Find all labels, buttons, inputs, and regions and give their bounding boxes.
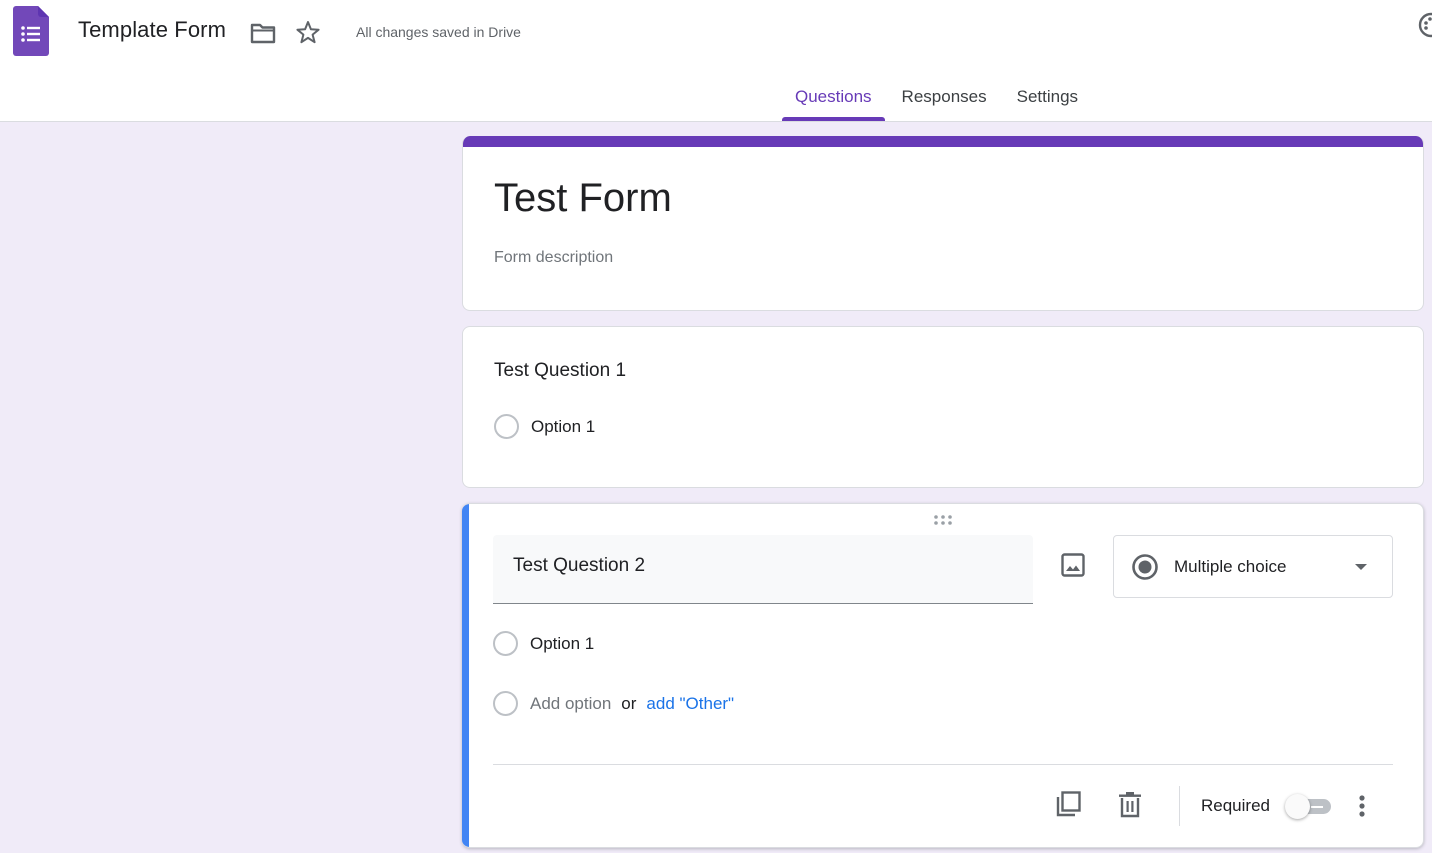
- theme-color-bar: [463, 136, 1423, 147]
- more-vert-icon[interactable]: [1350, 792, 1374, 820]
- form-description-field[interactable]: Form description: [494, 249, 613, 267]
- document-title[interactable]: Template Form: [78, 17, 226, 43]
- option-item: Option 1: [494, 414, 595, 439]
- folder-icon[interactable]: [249, 20, 277, 46]
- radio-button: [493, 631, 518, 656]
- option-label: Option 1: [531, 416, 596, 436]
- option-item: Option 1: [493, 631, 594, 656]
- add-image-icon[interactable]: [1059, 551, 1087, 579]
- add-other-link[interactable]: add "Other": [646, 694, 734, 714]
- footer-vertical-divider: [1179, 786, 1180, 826]
- form-header-card[interactable]: Test Form Form description: [462, 136, 1424, 311]
- question-type-dropdown[interactable]: Multiple choice: [1113, 535, 1393, 598]
- drag-handle-icon[interactable]: [932, 514, 954, 526]
- question-card[interactable]: Test Question 1 Option 1: [462, 326, 1424, 488]
- radio-button[interactable]: [494, 414, 519, 439]
- tab-responses[interactable]: Responses: [889, 78, 1000, 121]
- delete-icon[interactable]: [1116, 790, 1144, 820]
- chevron-down-icon: [1355, 563, 1367, 570]
- question-type-label: Multiple choice: [1174, 556, 1287, 576]
- required-label: Required: [1201, 796, 1270, 815]
- radio-button-checked-icon: [1132, 553, 1158, 580]
- save-status: All changes saved in Drive: [356, 24, 521, 40]
- required-toggle[interactable]: [1285, 793, 1335, 819]
- tab-settings[interactable]: Settings: [1004, 78, 1091, 121]
- form-title[interactable]: Test Form: [494, 176, 672, 221]
- active-card-indicator: [462, 504, 469, 847]
- duplicate-icon[interactable]: [1054, 789, 1084, 819]
- form-tabs: Questions Responses Settings: [782, 78, 1091, 122]
- option-label-input[interactable]: Option 1: [530, 634, 594, 654]
- question-card-active[interactable]: Test Question 2 Multiple choice Option 1…: [462, 503, 1424, 848]
- or-text: or: [621, 693, 637, 713]
- google-forms-logo[interactable]: [13, 6, 49, 56]
- footer-divider: [493, 764, 1393, 765]
- add-option-row: Add option or add "Other": [493, 691, 734, 716]
- tab-questions[interactable]: Questions: [782, 78, 885, 121]
- star-icon[interactable]: [294, 19, 322, 47]
- add-option-input[interactable]: Add option: [530, 694, 611, 714]
- question-title: Test Question 1: [494, 360, 627, 381]
- palette-icon[interactable]: [1416, 10, 1432, 40]
- radio-button: [493, 691, 518, 716]
- app-header: Template Form All changes saved in Drive…: [0, 0, 1432, 122]
- question-title-input[interactable]: Test Question 2: [493, 535, 1033, 604]
